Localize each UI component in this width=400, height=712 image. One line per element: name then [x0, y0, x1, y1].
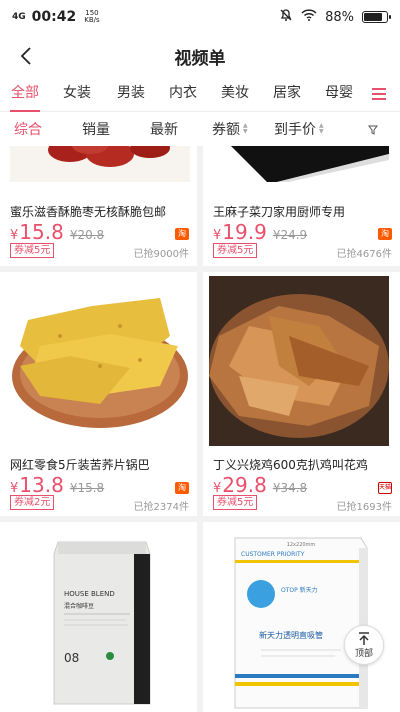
coupon-badge: 券减5元 — [213, 243, 258, 258]
tab-all[interactable]: 全部 — [4, 78, 46, 112]
product-card[interactable]: 蜜乐滋香酥脆枣无核酥脆包邮 淘 ¥15.8 ¥20.8 券减5元 已抢9000件 — [0, 146, 197, 266]
tab-baby[interactable]: 母婴 — [316, 78, 362, 112]
filter-icon[interactable] — [368, 123, 378, 139]
original-price: ¥20.8 — [69, 228, 105, 242]
net-speed: 150 KB/s — [84, 9, 100, 24]
battery-icon — [362, 11, 391, 23]
sold-count: 已抢1693件 — [336, 502, 392, 513]
package-brand: HOUSE BLEND — [64, 590, 115, 598]
back-to-top-label: 顶部 — [354, 648, 373, 659]
original-price: ¥34.8 — [272, 481, 308, 495]
package-title: 混合咖啡豆 — [64, 602, 94, 610]
taobao-badge: 淘 — [175, 228, 189, 240]
original-price: ¥15.8 — [69, 481, 105, 495]
package-tagline: CUSTOMER PRIORITY — [241, 551, 305, 558]
sort-overall[interactable]: 综合 — [14, 119, 42, 139]
sort-arrows-icon: ▲ ▼ — [243, 122, 248, 135]
product-image — [10, 146, 190, 182]
original-price: ¥24.9 — [272, 228, 308, 242]
product-card[interactable]: 丁义兴烧鸡600克扒鸡叫花鸡 天猫 ¥29.8 ¥34.8 券减5元 已抢1693… — [203, 272, 400, 516]
product-price: ¥15.8 ¥20.8 — [10, 220, 105, 244]
page-title: 视频单 — [174, 49, 226, 69]
product-card[interactable]: HOUSE BLEND 混合咖啡豆 08 — [0, 522, 197, 712]
tab-underwear[interactable]: 内衣 — [160, 78, 206, 112]
arrow-up-icon — [359, 631, 369, 645]
sort-final-price[interactable]: 到手价 ▲ ▼ — [274, 119, 324, 139]
clock: 00:42 — [31, 9, 77, 25]
product-image — [209, 276, 389, 446]
product-title: 丁义兴烧鸡600克扒鸡叫花鸡 — [213, 458, 368, 472]
product-image — [209, 146, 389, 182]
category-tabs: 全部 女装 男装 内衣 美妆 居家 母婴 — [0, 78, 400, 112]
taobao-badge: 淘 — [175, 482, 189, 494]
menu-icon[interactable] — [372, 88, 386, 100]
tmall-badge: 天猫 — [378, 482, 392, 494]
product-price: ¥19.9 ¥24.9 — [213, 220, 308, 244]
package-brand: OTOP 新天力 — [281, 586, 318, 594]
back-to-top-button[interactable]: 顶部 — [344, 625, 384, 665]
sold-count: 已抢9000件 — [133, 249, 189, 260]
product-image: HOUSE BLEND 混合咖啡豆 08 — [10, 534, 190, 710]
battery-percent: 88% — [325, 9, 354, 25]
signal-indicator: 4G — [12, 11, 26, 22]
product-image: 12x220mm CUSTOMER PRIORITY OTOP 新天力 新天力透… — [211, 532, 391, 710]
tab-men[interactable]: 男装 — [108, 78, 154, 112]
nav-bar: 视频单 — [0, 34, 400, 78]
sold-count: 已抢4676件 — [336, 249, 392, 260]
package-size: 12x220mm — [287, 542, 316, 548]
sort-bar: 综合 销量 最新 券额 ▲ ▼ 到手价 ▲ ▼ — [0, 112, 400, 146]
product-title: 网红零食5斤装苦荞片锅巴 — [10, 458, 150, 472]
product-title: 王麻子菜刀家用厨师专用 — [213, 205, 346, 219]
product-card[interactable]: 12x220mm CUSTOMER PRIORITY OTOP 新天力 新天力透… — [203, 522, 400, 712]
wifi-icon — [301, 9, 317, 25]
tab-women[interactable]: 女装 — [54, 78, 100, 112]
tab-home[interactable]: 居家 — [264, 78, 310, 112]
product-image — [10, 276, 190, 446]
sold-count: 已抢2374件 — [133, 502, 189, 513]
mute-icon — [279, 8, 293, 26]
product-price: ¥13.8 ¥15.8 — [10, 473, 105, 497]
sort-coupon[interactable]: 券额 ▲ ▼ — [212, 119, 248, 139]
package-title: 新天力透明直吸管 — [259, 630, 323, 640]
sort-sales[interactable]: 销量 — [82, 119, 110, 139]
product-title: 蜜乐滋香酥脆枣无核酥脆包邮 — [10, 205, 167, 219]
coupon-badge: 券减2元 — [10, 495, 55, 510]
coupon-badge: 券减5元 — [10, 243, 55, 258]
product-price: ¥29.8 ¥34.8 — [213, 473, 308, 497]
package-number: 08 — [64, 651, 79, 665]
status-bar: 4G 00:42 150 KB/s 88% — [0, 0, 400, 34]
product-card[interactable]: 王麻子菜刀家用厨师专用 淘 ¥19.9 ¥24.9 券减5元 已抢4676件 — [203, 146, 400, 266]
product-card[interactable]: 网红零食5斤装苦荞片锅巴 淘 ¥13.8 ¥15.8 券减2元 已抢2374件 — [0, 272, 197, 516]
taobao-badge: 淘 — [378, 228, 392, 240]
tab-beauty[interactable]: 美妆 — [212, 78, 258, 112]
coupon-badge: 券减5元 — [213, 495, 258, 510]
sort-arrows-icon: ▲ ▼ — [319, 122, 324, 135]
sort-newest[interactable]: 最新 — [150, 119, 178, 139]
